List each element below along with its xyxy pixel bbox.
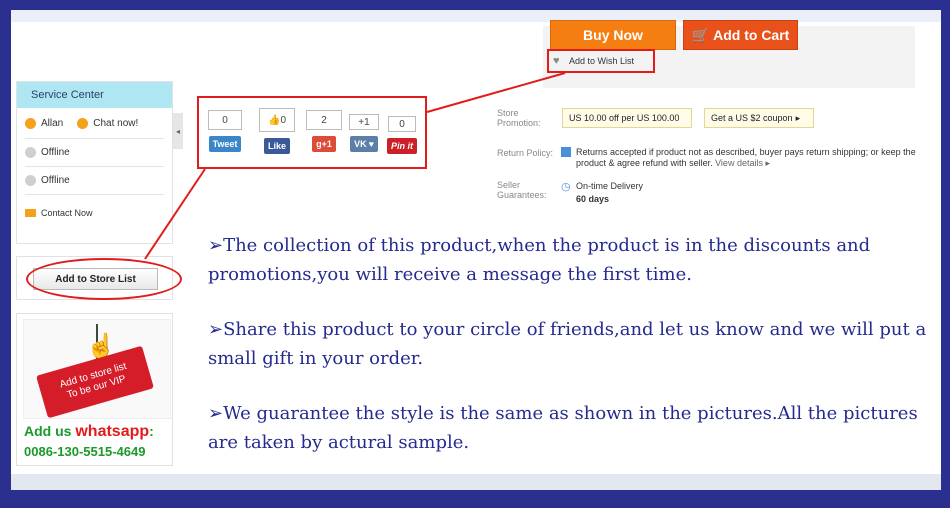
chat-now-label: Chat now!: [93, 117, 139, 129]
like-button[interactable]: Like: [263, 138, 290, 154]
whatsapp-brand: whatsapp: [75, 423, 150, 440]
online-status-icon: [77, 117, 89, 129]
cart-icon: 🛒: [691, 26, 710, 43]
message-collection: ➢The collection of this product,when the…: [208, 235, 871, 285]
service-center-panel: Service Center Allan Chat now! Offline O…: [16, 81, 173, 244]
buy-now-button[interactable]: Buy Now: [550, 20, 676, 50]
chat-now-link[interactable]: Chat now!: [63, 117, 139, 129]
seller-guarantees-label: Seller Guarantees:: [497, 180, 547, 200]
view-details-label: View details: [715, 158, 763, 168]
service-center-title: Service Center: [17, 82, 172, 108]
store-list-promo-image: ☝ Add to store list To be our VIP: [23, 319, 171, 419]
online-status-icon: [25, 117, 36, 129]
share-pinterest[interactable]: 0 Pin it: [387, 116, 417, 154]
coupon-label: Get a US $2 coupon: [711, 113, 793, 123]
envelope-icon: [25, 209, 36, 217]
return-policy-label: Return Policy:: [497, 148, 554, 158]
bottom-strip: [11, 474, 941, 490]
share-count: 👍 0: [259, 108, 295, 132]
return-policy-text: Returns accepted if product not as descr…: [576, 147, 916, 169]
share-twitter[interactable]: 0 Tweet: [208, 110, 242, 152]
delivery-days: 60 days: [576, 194, 610, 204]
top-strip: [11, 10, 941, 22]
share-count: +1: [349, 114, 379, 130]
contact-now-link[interactable]: Contact Now: [17, 195, 172, 231]
service-agent-offline[interactable]: Offline: [17, 167, 172, 194]
get-coupon-button[interactable]: Get a US $2 coupon ▸: [704, 108, 814, 128]
offline-status-icon: [25, 175, 36, 186]
tweet-button[interactable]: Tweet: [208, 136, 242, 152]
caret-right-icon: ▸: [795, 112, 801, 123]
vk-label: VK: [354, 139, 367, 149]
store-promotion-label: Store Promotion:: [497, 108, 541, 128]
contact-now-label: Contact Now: [41, 208, 93, 218]
message-share: ➢Share this product to your circle of fr…: [208, 319, 927, 369]
on-time-delivery: On-time Delivery: [576, 181, 644, 191]
whatsapp-suffix: :: [149, 423, 154, 439]
pin-it-button[interactable]: Pin it: [387, 138, 417, 154]
like-count: 0: [280, 114, 286, 126]
heart-icon: ♥: [368, 139, 374, 149]
heart-icon: ♥: [553, 55, 560, 67]
share-count: 0: [388, 116, 416, 132]
agent-status: Offline: [41, 175, 70, 186]
message-guarantee: ➢We guarantee the style is the same as s…: [208, 403, 918, 453]
clock-icon: ◷: [561, 181, 571, 193]
social-share-box: 0 Tweet 👍 0 Like 2 g+1 +1 VK ♥ 0 Pin it: [197, 96, 427, 169]
service-agent-offline[interactable]: Offline: [17, 139, 172, 166]
share-facebook[interactable]: 👍 0 Like: [259, 108, 295, 154]
view-details-link[interactable]: View details ▸: [715, 158, 770, 168]
thumbs-up-icon: 👍: [267, 114, 281, 126]
share-vk[interactable]: +1 VK ♥: [349, 114, 379, 152]
add-to-wish-list-button[interactable]: ♥ Add to Wish List: [547, 49, 655, 73]
share-google[interactable]: 2 g+1: [306, 110, 342, 152]
agent-status: Offline: [41, 147, 70, 158]
share-count: 0: [208, 110, 242, 130]
whatsapp-prefix: Add us: [24, 423, 72, 439]
add-to-cart-button[interactable]: 🛒 Add to Cart: [683, 20, 798, 50]
service-agent-allan[interactable]: Allan: [17, 117, 64, 129]
agent-name: Allan: [41, 117, 64, 129]
return-policy-icon: [561, 147, 571, 157]
whatsapp-line: Add us whatsapp:: [24, 423, 154, 441]
share-count: 2: [306, 110, 342, 130]
whatsapp-phone: 0086-130-5515-4649: [24, 444, 146, 459]
wish-list-label: Add to Wish List: [569, 56, 635, 66]
vk-button[interactable]: VK ♥: [350, 136, 378, 152]
offline-status-icon: [25, 147, 36, 158]
coupon-offer[interactable]: US 10.00 off per US 100.00: [562, 108, 692, 128]
highlight-ellipse: [26, 258, 182, 300]
google-plus-button[interactable]: g+1: [312, 136, 336, 152]
add-to-cart-label: Add to Cart: [713, 27, 790, 43]
collapse-tab[interactable]: ◂: [173, 113, 183, 149]
